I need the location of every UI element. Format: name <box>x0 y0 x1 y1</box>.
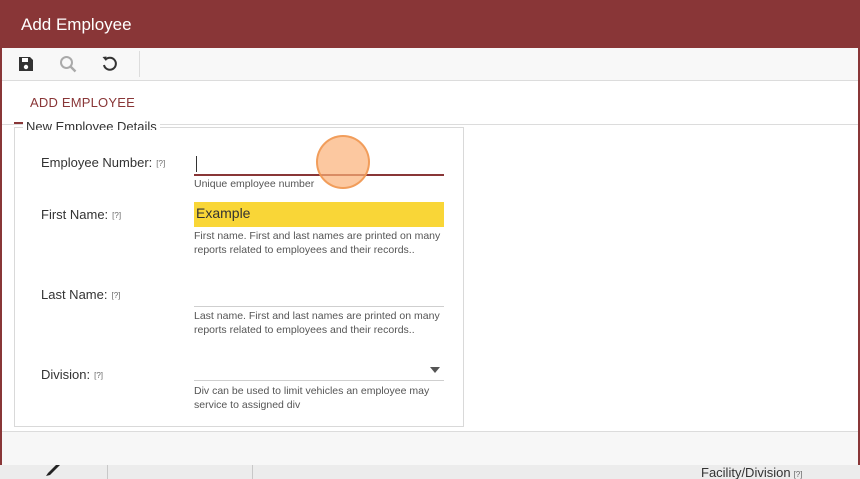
chevron-down-icon[interactable] <box>430 367 440 373</box>
help-marker[interactable]: [?] <box>112 211 121 220</box>
save-icon <box>19 57 33 71</box>
division-hint: Div can be used to limit vehicles an emp… <box>194 385 430 411</box>
tab-add-employee[interactable]: ADD EMPLOYEE <box>14 81 151 124</box>
dialog-title: Add Employee <box>21 15 132 34</box>
field-label: First Name: <box>41 207 109 222</box>
search-icon <box>60 56 77 73</box>
dialog-titlebar: Add Employee <box>2 0 858 48</box>
last-name-hint: Last name. First and last names are prin… <box>194 310 440 336</box>
click-indicator <box>316 135 370 189</box>
undo-icon <box>102 56 117 71</box>
help-marker[interactable]: [?] <box>794 470 803 479</box>
first-name-input[interactable]: Example <box>194 202 444 227</box>
add-employee-dialog: Add Employee ADD EMPLOYEE New Employee D… <box>0 0 860 465</box>
field-label: Division: <box>41 367 91 382</box>
tab-bar: ADD EMPLOYEE <box>2 81 858 125</box>
text-cursor <box>196 156 197 172</box>
help-marker[interactable]: [?] <box>94 371 103 380</box>
toolbar-divider <box>139 51 140 77</box>
edit-icon[interactable] <box>44 463 64 477</box>
field-label: Last Name: <box>41 287 108 302</box>
background-column-header: Facility/Division [?] <box>701 465 802 479</box>
new-employee-details-fieldset: New Employee Details Employee Number: [?]… <box>14 120 464 427</box>
save-button[interactable] <box>11 51 41 77</box>
first-name-label: First Name: [?] <box>41 207 121 222</box>
toolbar <box>2 48 858 81</box>
last-name-label: Last Name: [?] <box>41 287 120 302</box>
facility-division-label: Facility/Division <box>701 465 791 479</box>
fieldset-legend: New Employee Details <box>23 120 160 130</box>
first-name-hint: First name. First and last names are pri… <box>194 230 441 256</box>
help-marker[interactable]: [?] <box>111 291 120 300</box>
dialog-content: New Employee Details Employee Number: [?]… <box>2 120 858 431</box>
division-select[interactable] <box>194 359 444 381</box>
last-name-input[interactable] <box>194 284 444 307</box>
help-marker[interactable]: [?] <box>156 159 165 168</box>
employee-number-label: Employee Number: [?] <box>41 155 165 170</box>
division-label: Division: [?] <box>41 367 103 382</box>
background-grid-column <box>108 463 253 479</box>
dialog-footer <box>2 431 858 465</box>
undo-button[interactable] <box>95 51 125 77</box>
field-label: Employee Number: <box>41 155 153 170</box>
search-button[interactable] <box>53 51 83 77</box>
